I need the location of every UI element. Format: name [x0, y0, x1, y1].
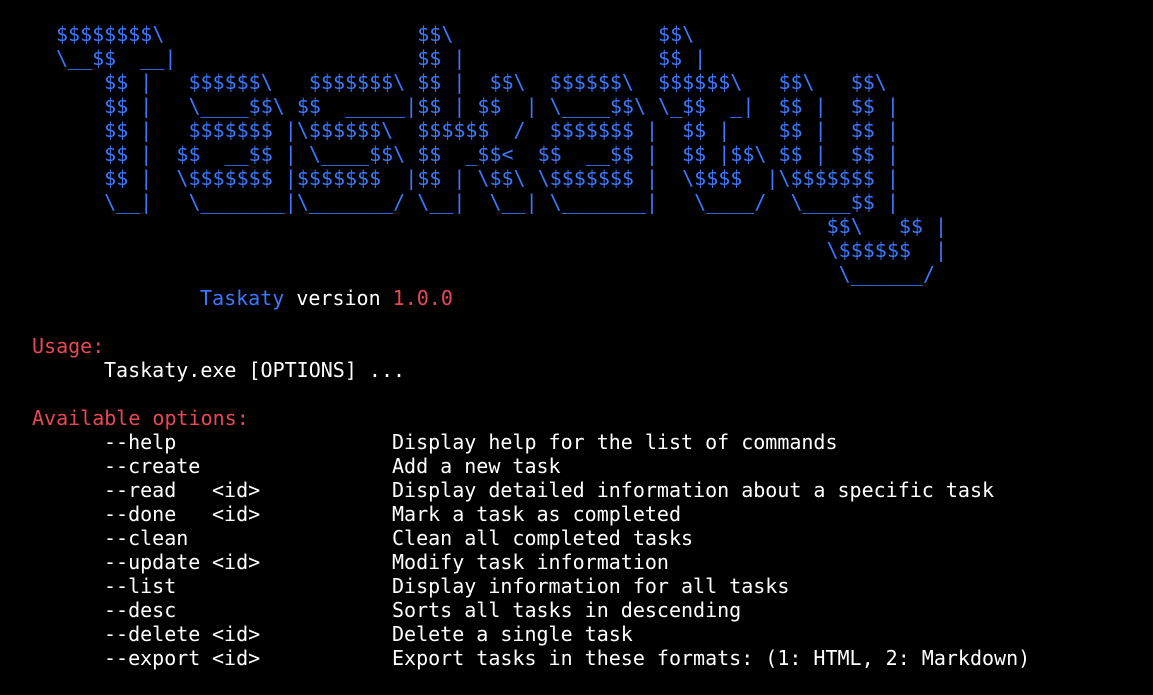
option-name: --desc [104, 598, 177, 622]
option-arg: <id> [212, 550, 261, 574]
option-row-desc: --desc Sorts all tasks in descending [32, 598, 1142, 622]
option-description: Sorts all tasks in descending [392, 598, 742, 622]
option-arg: <id> [212, 622, 261, 646]
option-flag: --update <id> [32, 550, 392, 574]
option-description: Mark a task as completed [392, 502, 681, 526]
ascii-banner: $$$$$$$$\ $$\ $$\ \__$$ __| $$ | $$ | $$… [32, 22, 1142, 286]
option-row-delete: --delete <id> Delete a single task [32, 622, 1142, 646]
option-arg: <id> [212, 502, 261, 526]
version-label: version [284, 286, 393, 310]
option-row-read: --read <id> Display detailed information a… [32, 478, 1142, 502]
usage-command: Taskaty.exe [OPTIONS] ... [104, 358, 406, 382]
banner-line: $$\ $$ | [56, 214, 948, 238]
banner-line: \__| \_______|\_______/ \__| \__| \_____… [56, 190, 899, 214]
option-row-list: --list Display information for all tasks [32, 574, 1142, 598]
option-name: --list [104, 574, 177, 598]
banner-line: \$$$$$$ | [56, 238, 948, 262]
version-number: 1.0.0 [392, 286, 453, 310]
option-flag: --list [32, 574, 392, 598]
banner-line: \______/ [56, 262, 935, 286]
option-name: --update [104, 550, 201, 574]
option-arg: <id> [212, 478, 261, 502]
option-flag: --create [32, 454, 392, 478]
usage-title: Usage: [32, 334, 105, 358]
option-row-update: --update <id> Modify task information [32, 550, 1142, 574]
option-description: Add a new task [392, 454, 561, 478]
banner-line: $$ | $$$$$$$ |\$$$$$$\ $$$$$$ / $$$$$$$ … [56, 118, 899, 142]
option-description: Modify task information [392, 550, 669, 574]
option-name: --read [104, 478, 177, 502]
banner-line: $$ | $$ __$$ | \____$$\ $$ _$$< $$ __$$ … [56, 142, 899, 166]
option-row-create: --create Add a new task [32, 454, 1142, 478]
option-name: --export [104, 646, 201, 670]
option-description: Display help for the list of commands [392, 430, 838, 454]
option-row-clean: --clean Clean all completed tasks [32, 526, 1142, 550]
option-flag: --delete <id> [32, 622, 392, 646]
banner-line: $$ | \____$$\ $$ _____|$$ | $$ | \____$$… [56, 94, 899, 118]
banner-line: $$ | $$$$$$\ $$$$$$$\ $$ | $$\ $$$$$$\ $… [56, 70, 887, 94]
option-flag: --done <id> [32, 502, 392, 526]
banner-line: $$ | \$$$$$$$ |$$$$$$$ |$$ | \$$\ \$$$$$… [56, 166, 899, 190]
banner-line: \__$$ __| $$ | $$ | [56, 46, 707, 70]
option-description: Delete a single task [392, 622, 633, 646]
option-description: Export tasks in these formats: (1: HTML,… [392, 646, 1031, 670]
option-description: Display detailed information about a spe… [392, 478, 995, 502]
option-arg: <id> [212, 646, 261, 670]
option-flag: --read <id> [32, 478, 392, 502]
option-flag: --clean [32, 526, 392, 550]
option-flag: --desc [32, 598, 392, 622]
banner-line: $$$$$$$$\ $$\ $$\ [56, 22, 695, 46]
option-name: --help [104, 430, 177, 454]
options-title: Available options: [32, 406, 249, 430]
option-flag: --help [32, 430, 392, 454]
option-name: --delete [104, 622, 201, 646]
option-row-export: --export <id> Export tasks in these format… [32, 646, 1142, 670]
option-row-done: --done <id> Mark a task as completed [32, 502, 1142, 526]
option-description: Display information for all tasks [392, 574, 790, 598]
version-line: Taskaty version 1.0.0 [32, 286, 1142, 310]
options-list: --help Display help for the list of comma… [32, 430, 1142, 670]
option-description: Clean all completed tasks [392, 526, 694, 550]
option-flag: --export <id> [32, 646, 392, 670]
option-row-help: --help Display help for the list of comma… [32, 430, 1142, 454]
app-name: Taskaty [200, 286, 285, 310]
terminal-output: $$$$$$$$\ $$\ $$\ \__$$ __| $$ | $$ | $$… [32, 22, 1142, 670]
option-name: --done [104, 502, 177, 526]
option-name: --create [104, 454, 201, 478]
option-name: --clean [104, 526, 189, 550]
